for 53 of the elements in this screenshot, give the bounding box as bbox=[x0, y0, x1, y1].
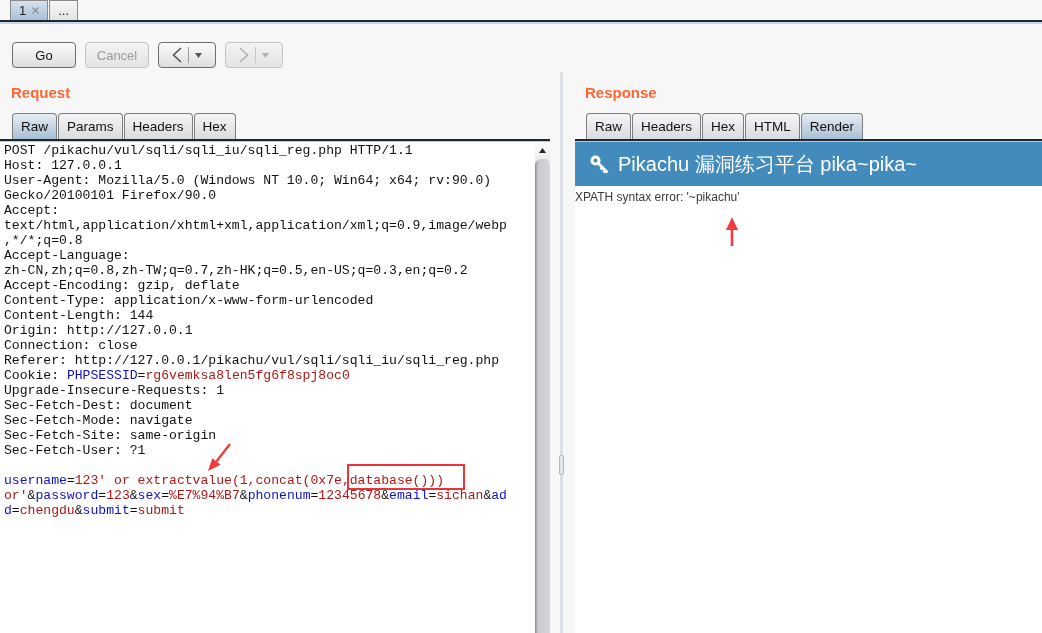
request-line: zh-CN,zh;q=0.8,zh-TW;q=0.7,zh-HK;q=0.5,en-US;q=0.3,en;q=0.2 bbox=[4, 263, 468, 278]
request-line: Content-Type: application/x-www-form-urlencoded bbox=[4, 293, 374, 308]
request-line: or'&password=123&sex=%E7%94%B7&phonenum=12345678&email=sichan&ad bbox=[4, 488, 507, 503]
request-line: Accept-Language: bbox=[4, 248, 130, 263]
request-line: Sec-Fetch-Dest: document bbox=[4, 398, 193, 413]
key-icon bbox=[590, 154, 609, 174]
request-line: Connection: close bbox=[4, 338, 138, 353]
tab[interactable]: Hex bbox=[702, 113, 745, 139]
splitter-grip[interactable] bbox=[559, 455, 564, 475]
request-editor[interactable] bbox=[0, 142, 550, 633]
tab[interactable]: ... bbox=[49, 0, 79, 20]
arrow-annotation bbox=[205, 442, 233, 472]
chevron-right-icon bbox=[239, 47, 249, 63]
request-line: Sec-Fetch-Site: same-origin bbox=[4, 428, 217, 443]
request-line: POST /pikachu/vul/sqli/sqli_iu/sqli_reg.php HTTP/1.1 bbox=[4, 143, 413, 158]
request-line: Cookie: PHPSESSID=rg6vemksa8len5fg6f8spj8oc0 bbox=[4, 368, 350, 383]
close-icon[interactable] bbox=[32, 7, 40, 14]
tab[interactable]: HTML bbox=[745, 113, 800, 139]
tab[interactable]: 1 bbox=[10, 0, 49, 20]
request-line: Gecko/20100101 Firefox/90.0 bbox=[4, 188, 217, 203]
request-line: Content-Length: 144 bbox=[4, 308, 154, 323]
request-line: Sec-Fetch-Mode: navigate bbox=[4, 413, 193, 428]
caret-down-icon bbox=[195, 52, 202, 58]
scroll-up-button[interactable] bbox=[535, 142, 550, 159]
error-message: XPATH syntax error: '~pikachu' bbox=[575, 190, 740, 204]
tab[interactable]: Headers bbox=[632, 113, 702, 139]
request-line: d=chengdu&submit=submit bbox=[4, 503, 185, 518]
toolbar-button[interactable]: Go bbox=[12, 42, 76, 68]
tab[interactable]: Raw bbox=[12, 113, 57, 139]
arrow-annotation bbox=[725, 216, 739, 247]
panel-title: Response bbox=[585, 83, 657, 103]
request-line: ,*/*;q=0.8 bbox=[4, 233, 83, 248]
tab[interactable]: Hex bbox=[193, 113, 236, 139]
request-line: User-Agent: Mozilla/5.0 (Windows NT 10.0; Win64; x64; rv:90.0) bbox=[4, 173, 492, 188]
tab[interactable]: Render bbox=[800, 113, 864, 139]
triangle-up-icon bbox=[539, 148, 546, 153]
tab[interactable]: Params bbox=[58, 113, 123, 139]
splitter[interactable] bbox=[559, 72, 564, 633]
request-line: Host: 127.0.0.1 bbox=[4, 158, 122, 173]
tab[interactable]: Headers bbox=[123, 113, 193, 139]
tab[interactable]: Raw bbox=[586, 113, 631, 139]
request-line: text/html,application/xhtml+xml,application/xml;q=0.9,image/webp bbox=[4, 218, 507, 233]
panel-title: Request bbox=[11, 83, 71, 103]
request-line: Upgrade-Insecure-Requests: 1 bbox=[4, 383, 224, 398]
request-line: Accept-Encoding: gzip, deflate bbox=[4, 278, 240, 293]
back-button[interactable] bbox=[158, 42, 216, 68]
banner-title: Pikachu 漏洞练习平台 pika~pika~ bbox=[618, 151, 917, 177]
request-line: Accept: bbox=[4, 203, 59, 218]
chevron-left-icon bbox=[172, 47, 182, 63]
request-line: Referer: http://127.0.0.1/pikachu/vul/sqli/sqli_iu/sqli_reg.php bbox=[4, 353, 500, 368]
caret-down-icon bbox=[262, 52, 269, 58]
request-line: Sec-Fetch-User: ?1 bbox=[4, 443, 146, 458]
request-line: Origin: http://127.0.0.1 bbox=[4, 323, 193, 338]
